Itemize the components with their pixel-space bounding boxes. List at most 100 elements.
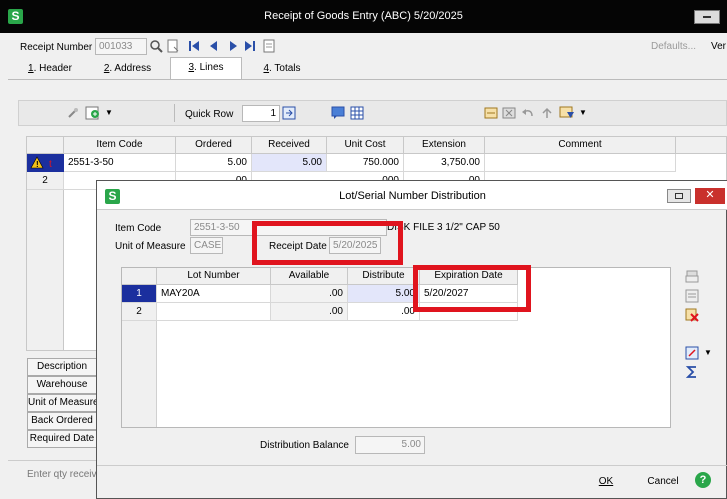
copy-document-icon[interactable] (166, 39, 180, 53)
cell-lot-number[interactable]: MAY20A (157, 285, 271, 303)
description-label: Description (27, 358, 97, 376)
goto-row-icon[interactable] (282, 106, 296, 123)
search-icon[interactable] (149, 39, 163, 53)
distribution-balance-label: Distribution Balance (260, 440, 349, 451)
quick-row-input[interactable]: 1 (242, 105, 280, 122)
svg-text:!: ! (36, 160, 39, 169)
cell-lot-number[interactable] (157, 303, 271, 321)
warehouse-label: Warehouse (27, 376, 97, 394)
ok-button[interactable]: OK (592, 476, 620, 487)
tab-lines-label: . Lines (194, 62, 224, 73)
memo-icon[interactable] (263, 39, 275, 56)
lot-row-number[interactable]: 2 (122, 303, 157, 321)
lines-toolbar (18, 100, 727, 126)
item-code-label: Item Code (115, 223, 162, 234)
col-extra (676, 137, 727, 154)
back-ordered-label: Back Ordered (27, 412, 97, 430)
first-record-icon[interactable] (188, 40, 200, 55)
cell-received[interactable]: 5.00 (252, 154, 327, 172)
defaults-button[interactable]: Defaults... (651, 41, 696, 52)
lot-serial-dialog: S Lot/Serial Number Distribution ✕ Item … (96, 180, 727, 499)
svg-text:t: t (49, 159, 52, 170)
col-item-code[interactable]: Item Code (64, 137, 176, 154)
col-extension[interactable]: Extension (404, 137, 485, 154)
col-unit-cost[interactable]: Unit Cost (327, 137, 404, 154)
sum-icon[interactable] (685, 365, 699, 382)
cancel-button[interactable]: Cancel (642, 476, 684, 487)
restore-button[interactable] (667, 189, 691, 203)
move-up-icon[interactable] (540, 106, 554, 123)
close-button[interactable]: ✕ (695, 188, 725, 204)
row-number[interactable]: 2 (27, 172, 64, 190)
chevron-down-icon[interactable]: ▼ (579, 108, 587, 117)
col-distribute[interactable]: Distribute (348, 268, 420, 285)
cell-available: .00 (271, 303, 348, 321)
previous-record-icon[interactable] (208, 40, 220, 55)
row-selector[interactable]: ! t (27, 154, 64, 172)
list-icon[interactable] (685, 289, 699, 306)
toolbar-divider (174, 104, 175, 122)
lot-grid-corner (122, 268, 157, 285)
print-icon[interactable] (685, 270, 699, 287)
cell-unit-cost[interactable]: 750.000 (327, 154, 404, 172)
last-record-icon[interactable] (244, 40, 256, 55)
grid-corner (27, 137, 64, 154)
help-icon[interactable]: ? (695, 472, 711, 488)
tab-lines[interactable]: 3. Lines (170, 57, 242, 80)
col-available[interactable]: Available (271, 268, 348, 285)
title-bar: S Receipt of Goods Entry (ABC) 5/20/2025 (0, 0, 727, 33)
distribution-balance-field: 5.00 (355, 436, 425, 454)
cell-extension[interactable]: 3,750.00 (404, 154, 485, 172)
cancel-label: Cancel (647, 476, 679, 487)
minimize-button[interactable] (694, 10, 720, 24)
tab-totals[interactable]: 4. Totals (252, 59, 312, 79)
uom-label: Unit of Measure (115, 241, 186, 252)
tab-address[interactable]: 2. Address (95, 59, 160, 79)
receipt-number-field[interactable]: 001033 (95, 38, 147, 55)
dialog-title-bar: S Lot/Serial Number Distribution ✕ (97, 181, 727, 210)
cell-distribute[interactable]: 5.00 (348, 285, 420, 303)
receipt-number-label: Receipt Number (20, 42, 93, 53)
quick-row-label: Quick Row (185, 109, 233, 120)
dialog-title: Lot/Serial Number Distribution (339, 190, 486, 202)
cell-distribute[interactable]: .00 (348, 303, 420, 321)
tab-totals-label: . Totals (269, 63, 301, 74)
tab-divider (8, 79, 727, 80)
undo-icon[interactable] (521, 106, 535, 123)
ok-label: OK (598, 476, 614, 487)
pin-icon[interactable] (66, 106, 80, 123)
lot-lookup-icon[interactable] (685, 346, 699, 363)
required-date-label: Required Date (27, 430, 97, 448)
lot-row-number[interactable]: 1 (122, 285, 157, 303)
col-comment[interactable]: Comment (485, 137, 676, 154)
comment-icon[interactable] (331, 106, 345, 123)
status-text: Enter qty received (27, 469, 97, 480)
cell-item-code[interactable]: 2551-3-50 (64, 154, 176, 172)
lot-row-header-column (122, 321, 157, 427)
add-line-icon[interactable] (85, 105, 101, 124)
row-header-column (27, 190, 64, 350)
col-received[interactable]: Received (252, 137, 327, 154)
next-record-icon[interactable] (227, 40, 239, 55)
col-lot-number[interactable]: Lot Number (157, 268, 271, 285)
item-description: DISK FILE 3 1/2" CAP 50 (387, 222, 500, 233)
chevron-down-icon[interactable]: ▼ (105, 108, 113, 117)
grid-icon[interactable] (350, 106, 364, 123)
cell-available: .00 (271, 285, 348, 303)
uom-field: CASE (190, 237, 223, 254)
cell-ordered[interactable]: 5.00 (176, 154, 252, 172)
filter-icon[interactable] (559, 106, 575, 123)
unit-of-measure-label: Unit of Measure (27, 394, 97, 412)
tab-address-label: . Address (109, 63, 152, 74)
delete-lines-icon[interactable] (685, 308, 699, 325)
tab-header[interactable]: 1. Header (20, 59, 80, 79)
cell-comment[interactable] (485, 154, 676, 172)
cut-off-label: Ver (711, 41, 727, 52)
chevron-down-icon[interactable]: ▼ (704, 348, 712, 357)
insert-row-icon[interactable] (484, 106, 498, 123)
highlight-receipt-date (252, 221, 403, 265)
tab-header-label: . Header (33, 63, 72, 74)
col-ordered[interactable]: Ordered (176, 137, 252, 154)
delete-row-icon[interactable] (502, 106, 516, 123)
quick-row-text: Quick Row (185, 109, 234, 120)
